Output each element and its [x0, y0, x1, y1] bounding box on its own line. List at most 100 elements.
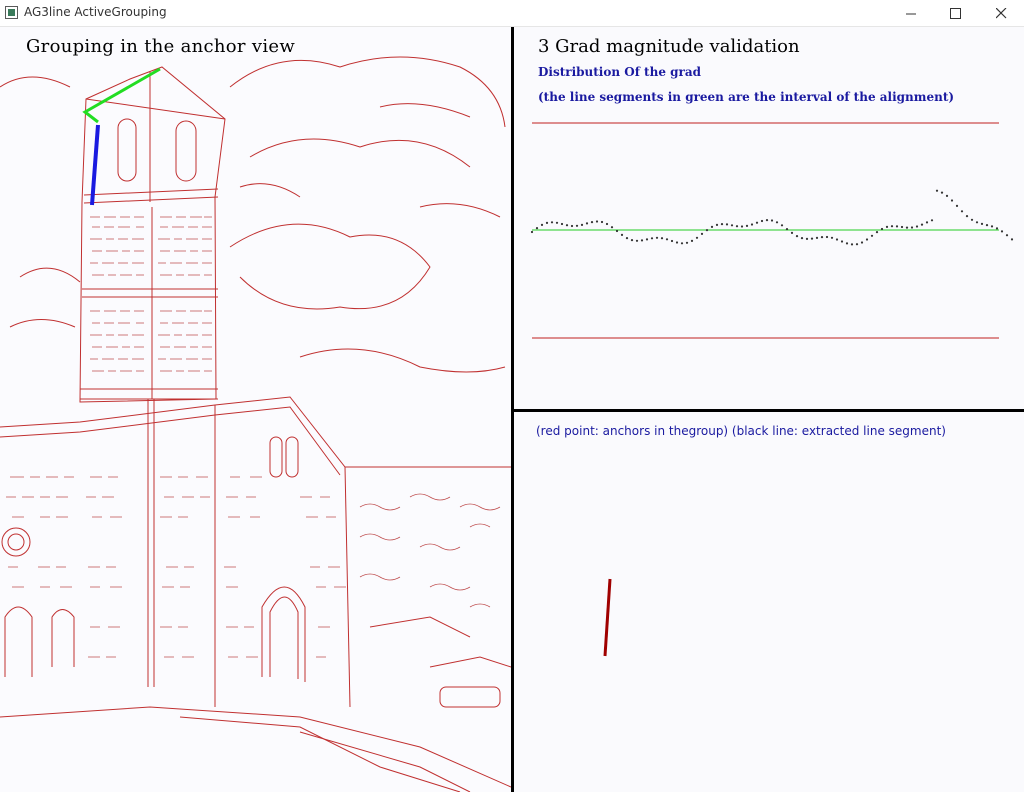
grad-sample-dot: [695, 236, 699, 239]
grad-sample-dot: [785, 228, 789, 231]
grad-sample-dot: [1010, 238, 1014, 241]
grad-sample-dot: [570, 224, 574, 228]
grad-sample-dot: [540, 223, 544, 226]
grad-sample-dot: [910, 226, 914, 229]
grad-sample-dot: [685, 241, 689, 244]
grad-sample-dot: [595, 220, 599, 223]
extracted-line-segment: [603, 578, 612, 657]
grad-sample-dot: [590, 221, 594, 224]
grad-sample-dot: [990, 225, 994, 228]
minimize-icon: [905, 13, 916, 15]
grad-sample-dot: [765, 219, 769, 222]
grad-sample-dot: [605, 222, 609, 226]
grad-sample-dot: [975, 221, 979, 224]
grad-sample-dot: [860, 241, 864, 244]
grad-sample-dot: [600, 220, 604, 224]
grad-sample-dot: [775, 221, 779, 224]
anchor-view-title: Grouping in the anchor view: [26, 36, 296, 57]
grad-sample-dot: [920, 223, 924, 226]
window-title: AG3line ActiveGrouping: [24, 5, 167, 19]
grad-sample-dot: [705, 229, 709, 232]
grad-sample-dot: [550, 221, 554, 224]
grad-sample-dot: [815, 236, 819, 239]
grad-sample-dot: [720, 223, 724, 226]
grad-sample-dot: [930, 219, 934, 222]
grad-sample-dot: [710, 225, 714, 228]
maximize-button[interactable]: [932, 0, 978, 27]
grad-sample-dot: [985, 224, 989, 227]
tower-window-left: [117, 118, 137, 182]
grad-sample-dot: [960, 210, 964, 213]
group-plot: [603, 578, 612, 657]
image-canvas: Grouping in the anchor view 3 Grad magni…: [0, 27, 1024, 792]
grad-sample-dot: [585, 222, 589, 225]
grad-sample-dot: [560, 222, 564, 226]
grad-sample-dot: [690, 239, 694, 242]
grad-sample-dot: [535, 227, 539, 230]
grad-sample-dot: [800, 237, 804, 240]
grad-sample-dot: [835, 238, 839, 241]
grad-sample-dot: [950, 199, 954, 202]
grad-sample-dot: [900, 225, 904, 229]
grad-sample-dot: [730, 224, 734, 227]
grad-sample-dot: [970, 218, 974, 221]
grad-sample-dot: [895, 225, 899, 228]
grad-sample-dot: [855, 243, 859, 246]
anchor-group-panel: (red point: anchors in thegroup) (black …: [514, 412, 1024, 792]
grad-validation-panel: 3 Grad magnitude validation Distribution…: [514, 27, 1024, 409]
maximize-icon: [949, 8, 961, 19]
grad-sample-dot: [555, 221, 559, 224]
grad-sample-dot: [635, 239, 639, 242]
grad-sample-dot: [1000, 230, 1004, 233]
tower-window-right: [175, 120, 197, 182]
grad-sample-dot: [965, 215, 969, 218]
grad-sample-dot: [625, 237, 629, 240]
grad-sample-dot: [875, 231, 879, 234]
grad-distribution-plot: [530, 122, 1014, 339]
grad-sample-dot: [885, 225, 889, 228]
grad-sample-dot: [755, 221, 759, 224]
grad-sample-dot: [640, 239, 644, 242]
grad-sample-dot: [740, 225, 744, 228]
grad-sample-dot: [735, 225, 739, 228]
grad-sample-dot: [940, 191, 944, 194]
grad-sample-dot: [575, 224, 579, 227]
grad-sample-dot: [880, 227, 884, 231]
grad-sample-dot: [770, 219, 774, 222]
grad-sample-dot: [655, 236, 659, 239]
grad-sample-dot: [935, 189, 939, 192]
grad-sample-dot: [845, 242, 849, 245]
grad-sample-dot: [905, 226, 909, 229]
grad-sample-dot: [620, 233, 624, 236]
grad-sample-dot: [745, 224, 749, 227]
grad-sample-dot: [545, 221, 549, 224]
alignment-interval-line: [82, 67, 161, 124]
anchor-view[interactable]: Grouping in the anchor view: [0, 27, 511, 792]
grad-sample-dot: [760, 219, 764, 223]
close-button[interactable]: [978, 0, 1024, 27]
grad-sample-dot: [810, 237, 814, 240]
grad-sample-dot: [870, 234, 874, 237]
grad-sample-dot: [630, 239, 634, 242]
close-icon: [995, 8, 1006, 19]
window-titlebar: AG3line ActiveGrouping: [0, 0, 1024, 27]
grad-samples: [530, 189, 1014, 246]
grad-sample-dot: [995, 227, 999, 230]
grad-sample-dot: [700, 232, 704, 235]
edge-map-image: [0, 56, 511, 792]
grad-sample-dot: [790, 231, 794, 234]
minimize-button[interactable]: [888, 0, 934, 27]
grad-sample-dot: [955, 204, 959, 207]
grad-sample-dot: [725, 223, 729, 226]
grad-sample-dot: [945, 194, 949, 197]
grad-sample-dot: [805, 237, 809, 240]
grad-sample-dot: [530, 230, 534, 234]
grad-sample-dot: [830, 236, 834, 239]
grad-sample-dot: [890, 225, 894, 228]
grad-sample-dot: [650, 237, 654, 240]
grad-sample-dot: [840, 240, 844, 243]
grad-sample-dot: [670, 239, 674, 243]
grad-sample-dot: [980, 222, 984, 225]
grouped-line-segment: [90, 124, 100, 206]
grad-sample-dot: [1005, 234, 1009, 237]
